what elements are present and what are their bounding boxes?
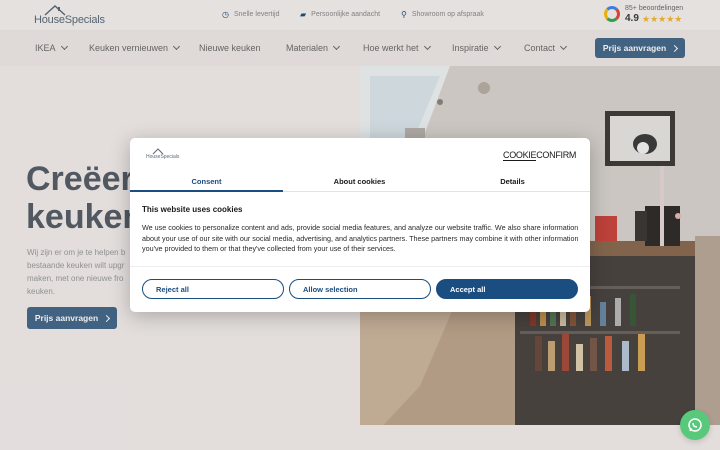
- whatsapp-icon: [688, 418, 702, 432]
- cookie-tabs: Consent About cookies Details: [130, 172, 590, 192]
- active-tab-indicator: [130, 190, 283, 192]
- cookie-consent-dialog: HouseSpecials COOKIECONFIRM Consent Abou…: [130, 138, 590, 312]
- cookie-heading: This website uses cookies: [142, 205, 243, 214]
- cookie-body-text: We use cookies to personalize content an…: [142, 223, 579, 253]
- accept-all-button[interactable]: Accept all: [436, 279, 578, 299]
- provider-name-part: COOKIE: [503, 150, 537, 161]
- tab-about-cookies[interactable]: About cookies: [283, 177, 436, 186]
- reject-all-button[interactable]: Reject all: [142, 279, 284, 299]
- provider-name-part: CONFIRM: [536, 150, 577, 160]
- cookieconfirm-logo: COOKIECONFIRM: [503, 150, 577, 161]
- allow-selection-button[interactable]: Allow selection: [289, 279, 431, 299]
- dialog-brand-name: HouseSpecials: [146, 154, 180, 160]
- whatsapp-chat-button[interactable]: [680, 410, 710, 440]
- tab-details[interactable]: Details: [436, 177, 589, 186]
- divider: [130, 266, 590, 267]
- tab-consent[interactable]: Consent: [130, 177, 283, 186]
- dialog-brand-logo: HouseSpecials: [146, 148, 180, 162]
